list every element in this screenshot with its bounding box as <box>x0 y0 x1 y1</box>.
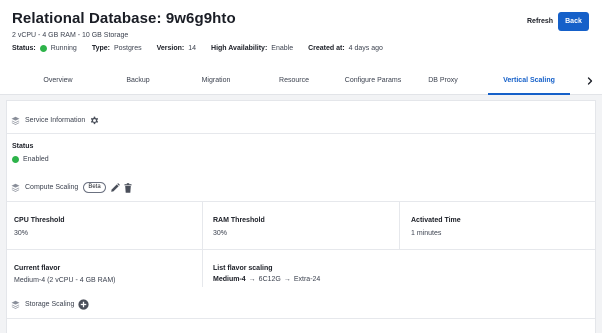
status-meta: Status: Running <box>12 45 77 52</box>
ha-meta: High Availability: Enable <box>211 45 293 52</box>
created-meta: Created at: 4 days ago <box>308 45 383 52</box>
grid-divider <box>399 201 400 249</box>
created-meta-label: Created at: <box>308 45 345 52</box>
created-meta-value: 4 days ago <box>348 45 383 52</box>
page-title: Relational Database: 9w6g9hto <box>12 10 236 27</box>
divider <box>7 249 595 250</box>
db-spec-summary: 2 vCPU - 4 GB RAM - 10 GB Storage <box>12 32 129 39</box>
tab-vertical-scaling[interactable]: Vertical Scaling <box>488 68 570 95</box>
tab-backup[interactable]: Backup <box>110 68 166 94</box>
list-flavor-scaling-label: List flavor scaling <box>213 265 273 272</box>
tab-resource[interactable]: Resource <box>266 68 322 94</box>
plus-circle-icon[interactable] <box>78 299 90 310</box>
trash-icon[interactable] <box>123 182 133 193</box>
beta-badge: Beta <box>83 182 106 193</box>
divider <box>7 201 595 202</box>
service-information-heading: Service Information <box>11 115 100 126</box>
ram-threshold-value: 30% <box>213 230 228 237</box>
chevron-right-icon[interactable] <box>584 75 596 87</box>
version-meta-label: Version: <box>156 45 185 52</box>
status-enabled-dot <box>12 156 19 163</box>
version-meta: Version: 14 <box>157 45 196 52</box>
grid-divider <box>202 201 203 249</box>
db-meta-row: Status: Running Type: Postgres Version: … <box>12 45 398 52</box>
service-status-label: Status <box>12 143 34 150</box>
layers-icon <box>11 116 20 125</box>
vertical-scaling-panel: Service Information Status Enabled Compu… <box>6 100 596 333</box>
grid-divider <box>202 249 203 287</box>
activated-time-label: Activated Time <box>411 217 461 224</box>
tab-migration[interactable]: Migration <box>188 68 244 94</box>
type-meta-label: Type: <box>91 45 110 52</box>
storage-scaling-title: Storage Scaling <box>25 301 75 308</box>
compute-scaling-title: Compute Scaling <box>25 184 79 191</box>
flavor-item: Extra-24 <box>293 276 321 283</box>
activated-time-value: 1 minutes <box>411 230 442 237</box>
flavor-arrow: → <box>283 276 291 283</box>
flavor-arrow: → <box>248 276 256 283</box>
list-flavor-scaling-value: Medium-4 → 6C12G → Extra-24 <box>213 276 320 283</box>
flavor-item: 6C12G <box>258 276 281 283</box>
tab-bar: Overview Backup Migration Resource Confi… <box>0 68 602 95</box>
ram-threshold-label: RAM Threshold <box>213 217 265 224</box>
status-meta-value: Running <box>50 45 77 52</box>
service-information-title: Service Information <box>25 117 86 124</box>
gear-icon[interactable] <box>89 115 100 126</box>
layers-icon <box>11 300 20 309</box>
tab-configure-params[interactable]: Configure Params <box>336 68 410 94</box>
tab-db-proxy[interactable]: DB Proxy <box>418 68 468 94</box>
status-running-dot <box>39 45 47 52</box>
compute-scaling-heading: Compute Scaling Beta <box>11 182 133 193</box>
tab-overview[interactable]: Overview <box>30 68 86 94</box>
layers-icon <box>11 183 20 192</box>
ha-meta-label: High Availability: <box>211 45 268 52</box>
back-button[interactable]: Back <box>558 12 589 31</box>
divider <box>7 133 595 134</box>
service-status-value: Enabled <box>23 156 49 163</box>
version-meta-value: 14 <box>188 45 197 52</box>
ha-meta-value: Enable <box>271 45 294 52</box>
current-flavor-label: Current flavor <box>14 265 61 272</box>
cpu-threshold-label: CPU Threshold <box>14 217 65 224</box>
current-flavor-value: Medium-4 (2 vCPU - 4 GB RAM) <box>14 277 116 284</box>
flavor-item: Medium-4 <box>213 276 246 283</box>
pencil-icon[interactable] <box>110 182 120 193</box>
status-meta-label: Status: <box>12 45 36 52</box>
type-meta: Type: Postgres <box>92 45 142 52</box>
cpu-threshold-value: 30% <box>14 230 29 237</box>
service-status: Enabled <box>12 156 49 163</box>
divider <box>7 318 595 319</box>
storage-scaling-heading: Storage Scaling <box>11 299 90 310</box>
page-header: Relational Database: 9w6g9hto 2 vCPU - 4… <box>0 0 602 68</box>
refresh-button[interactable]: Refresh <box>524 13 556 31</box>
type-meta-value: Postgres <box>113 45 142 52</box>
